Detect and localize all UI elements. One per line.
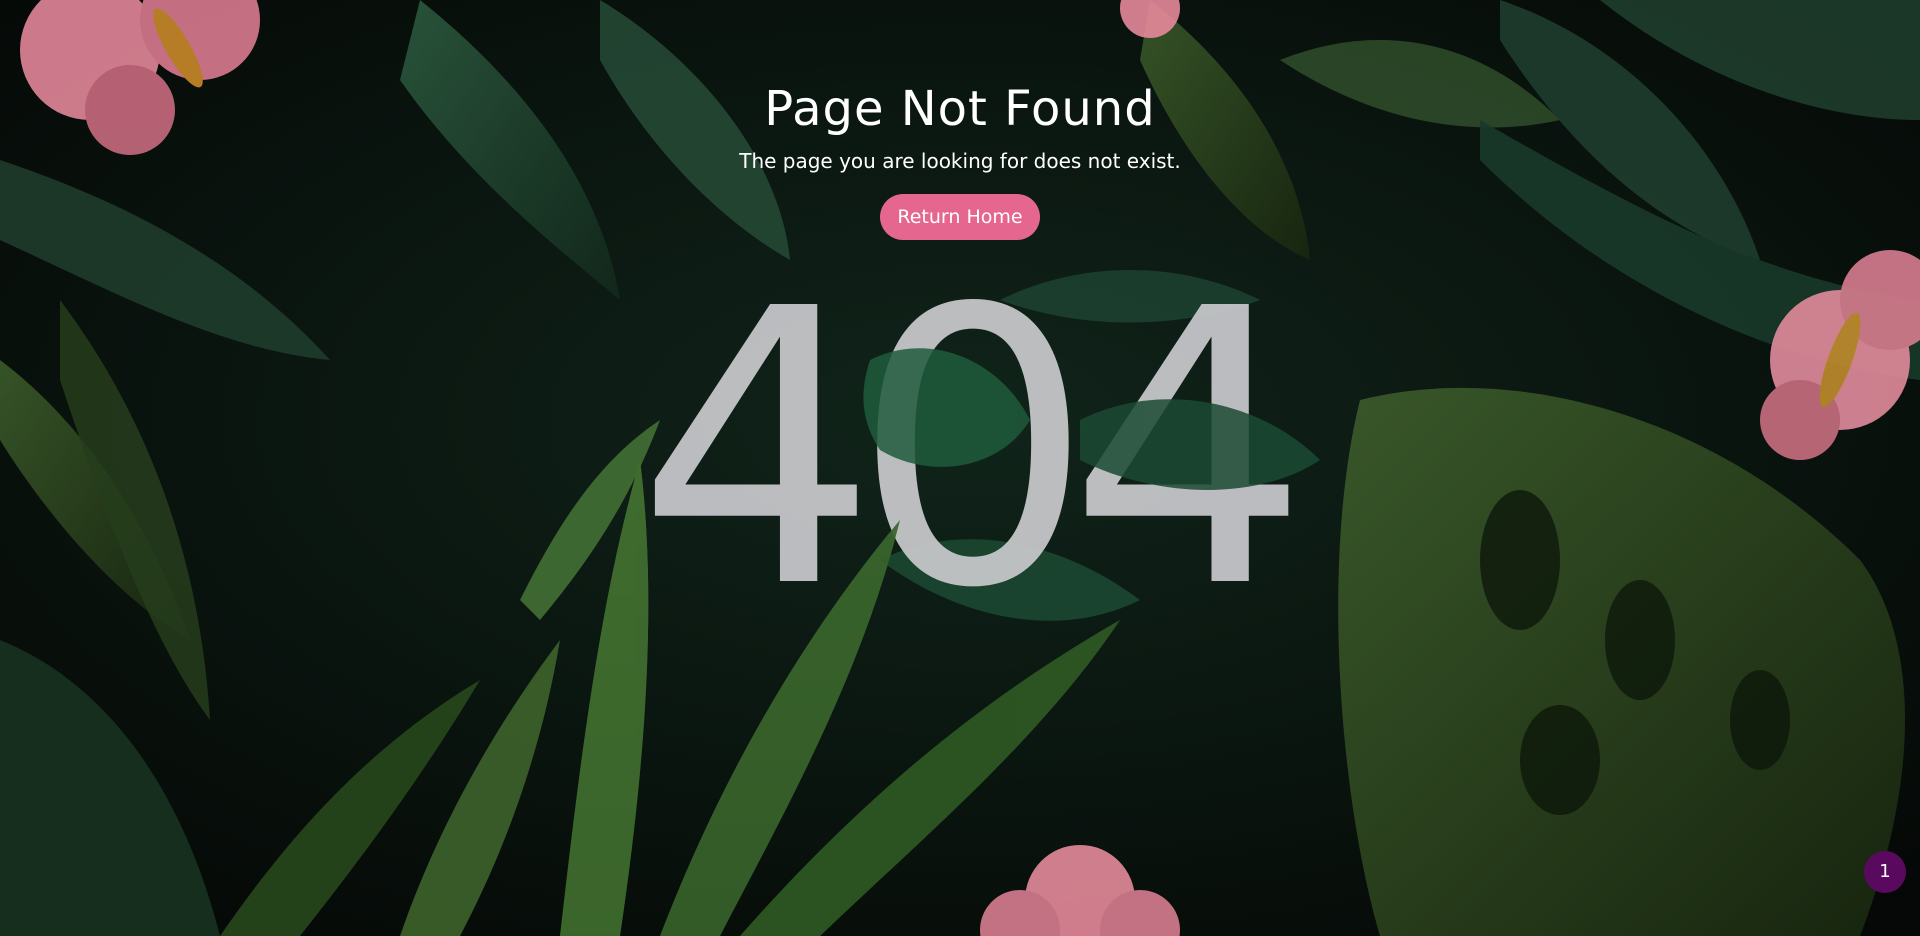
return-home-button[interactable]: Return Home (880, 194, 1040, 240)
not-found-page: 404 Page Not Found The page you are look… (0, 0, 1920, 936)
page-title: Page Not Found (764, 81, 1156, 137)
not-found-message: The page you are looking for does not ex… (739, 149, 1181, 173)
not-found-header: Page Not Found The page you are looking … (0, 78, 1920, 240)
notification-badge[interactable]: 1 (1864, 851, 1906, 893)
error-code-graphic: 404 (636, 228, 1309, 671)
